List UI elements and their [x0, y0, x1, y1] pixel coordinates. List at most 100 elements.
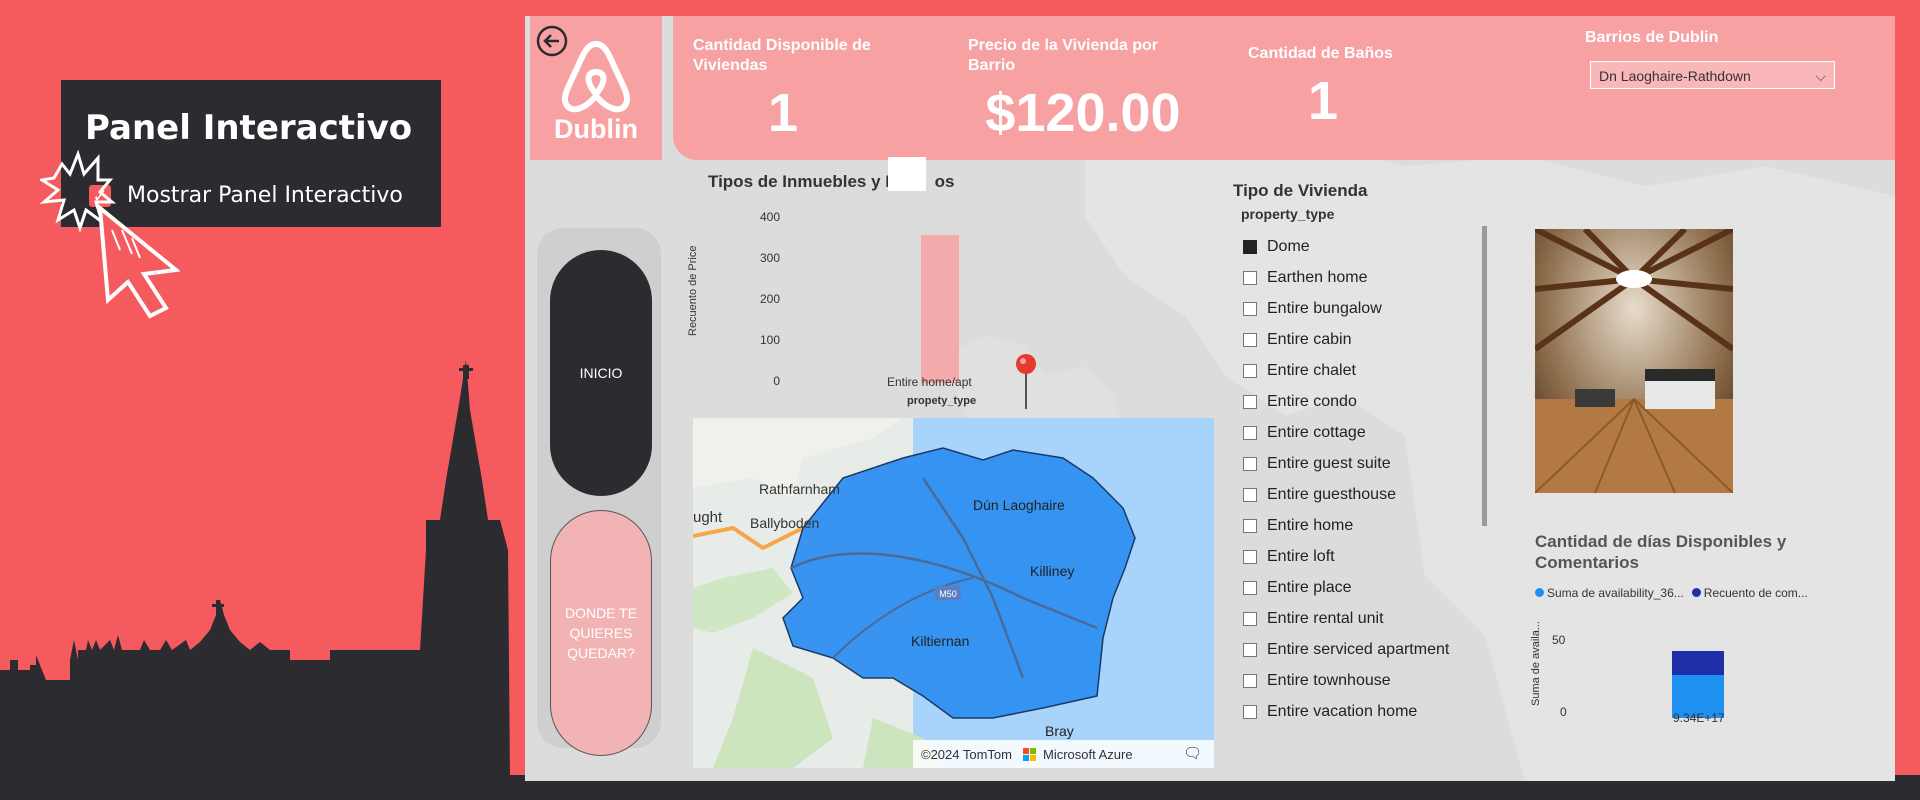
dublin-map[interactable]: M50 Rathfarnham ught Ballyboden Dún Laog… [693, 418, 1214, 768]
y-tick: 0 [773, 374, 780, 388]
slicer-item[interactable]: Entire guesthouse [1243, 479, 1503, 510]
mini-bar-comentarios[interactable] [1672, 651, 1724, 676]
slicer-item-label: Entire place [1267, 578, 1352, 596]
donde-button[interactable]: DONDE TE QUIERES QUEDAR? [550, 510, 652, 756]
y-tick: 400 [759, 210, 780, 224]
slicer-item-label: Entire condo [1267, 392, 1357, 410]
logo-text: Dublin [554, 114, 638, 144]
mini-chart-title: Cantidad de días Disponibles y Comentari… [1535, 532, 1787, 572]
map-label-bray: Bray [1045, 723, 1074, 739]
map-label-killiney: Killiney [1030, 563, 1074, 579]
barrio-dropdown[interactable]: Dn Laoghaire-Rathdown ⌵ [1590, 61, 1835, 89]
slicer-checkbox[interactable] [1243, 704, 1257, 719]
slicer-item[interactable]: Entire loft [1243, 541, 1503, 572]
mini-y-tick: 50 [1552, 633, 1566, 647]
map-provider-text: Microsoft Azure [1043, 747, 1133, 762]
bar-x-axis-label: propety_type [907, 395, 977, 407]
mini-x-label: 9.34E+17 [1673, 711, 1725, 725]
slicer-checkbox[interactable] [1243, 673, 1257, 688]
map-attribution: ©2024 TomTom Microsoft Azure 🗨 [913, 740, 1214, 768]
slicer-checkbox[interactable] [1243, 239, 1257, 254]
map-label-rathfarnham: Rathfarnham [759, 481, 840, 497]
slicer-item[interactable]: Entire chalet [1243, 355, 1503, 386]
slicer-item[interactable]: Entire condo [1243, 386, 1503, 417]
bar-entire-home-apt[interactable] [921, 235, 959, 383]
kpi-precio-title: Precio de la Vivienda por Barrio [968, 37, 1158, 74]
back-arrow-icon[interactable] [535, 24, 569, 58]
legend-item-comentarios: Recuento de com... [1691, 586, 1808, 600]
kpi-banos-value: 1 [1307, 71, 1339, 131]
slicer-checkbox[interactable] [1243, 549, 1257, 564]
slicer-checkbox[interactable] [1243, 456, 1257, 471]
slicer-item[interactable]: Entire place [1243, 572, 1503, 603]
slicer-checkbox[interactable] [1243, 580, 1257, 595]
slicer-checkbox[interactable] [1243, 394, 1257, 409]
dublin-skyline-silhouette [0, 360, 510, 780]
slicer-item-label: Entire home [1267, 516, 1354, 534]
map-label-kiltiernan: Kiltiernan [911, 633, 969, 649]
slicer-checkbox[interactable] [1243, 301, 1257, 316]
y-tick: 100 [759, 333, 780, 347]
slicer-item-label: Entire guesthouse [1267, 485, 1396, 503]
slicer-item-label: Earthen home [1267, 268, 1368, 286]
bar-y-axis-label: Recuento de Price [687, 245, 699, 337]
slicer-field: property_type [1241, 206, 1335, 222]
map-pin-icon [1016, 354, 1036, 409]
slicer-scrollbar[interactable] [1482, 226, 1487, 526]
mini-chart-legend: Suma de availability_36... Recuento de c… [1535, 586, 1808, 600]
map-label-dun-laoghaire: Dún Laoghaire [973, 497, 1065, 513]
slicer-item-label: Entire chalet [1267, 361, 1356, 379]
map-attribution-text: ©2024 TomTom [921, 747, 1012, 762]
slicer-item-label: Entire serviced apartment [1267, 640, 1450, 658]
kpi-viviendas-value: 1 [767, 83, 799, 143]
slicer-item-label: Dome [1267, 237, 1310, 255]
slicer-checkbox[interactable] [1243, 518, 1257, 533]
slicer-checkbox[interactable] [1243, 487, 1257, 502]
slicer-item[interactable]: Entire townhouse [1243, 665, 1503, 696]
inicio-button[interactable]: INICIO [550, 250, 652, 496]
kpi-precio-value: $120.00 [985, 83, 1181, 143]
slicer-checkbox[interactable] [1243, 270, 1257, 285]
slicer-item[interactable]: Earthen home [1243, 262, 1503, 293]
kpi-banos-title: Cantidad de Baños [1248, 45, 1393, 62]
dashboard: Dublin Cantidad Disponible de Viviendas … [525, 16, 1895, 781]
mini-y-axis-label: Suma de availa... [1530, 621, 1542, 706]
y-tick: 200 [759, 292, 780, 306]
kpi-viviendas-title: Cantidad Disponible de Viviendas [693, 37, 871, 74]
slicer-checkbox[interactable] [1243, 332, 1257, 347]
slicer-item-label: Entire cottage [1267, 423, 1366, 441]
slicer-checkbox[interactable] [1243, 642, 1257, 657]
slicer-title: Tipo de Vivienda [1233, 181, 1368, 200]
barrio-filter-label: Barrios de Dublin [1585, 29, 1719, 46]
slicer-item-label: Entire loft [1267, 547, 1335, 565]
feedback-icon[interactable]: 🗨 [1183, 744, 1202, 762]
chevron-down-icon: ⌵ [1815, 68, 1826, 84]
slicer-item[interactable]: Entire bungalow [1243, 293, 1503, 324]
property-photo [1535, 229, 1733, 493]
slicer-item-label: Entire bungalow [1267, 299, 1382, 317]
legend-item-availability: Suma de availability_36... [1535, 586, 1684, 600]
slicer-item-label: Entire guest suite [1267, 454, 1391, 472]
slicer-item-label: Entire townhouse [1267, 671, 1391, 689]
kpi-band: Cantidad Disponible de Viviendas 1 Preci… [673, 16, 1895, 160]
map-label-ballyboden: Ballyboden [750, 515, 819, 531]
slicer-item[interactable]: Entire home [1243, 510, 1503, 541]
map-graphic: M50 Rathfarnham ught Ballyboden Dún Laog… [693, 418, 1214, 768]
slicer-list: Dome Earthen home Entire bungalow Entire ca… [1243, 231, 1503, 749]
slicer-checkbox[interactable] [1243, 425, 1257, 440]
slicer-item-label: Entire cabin [1267, 330, 1352, 348]
slicer-item[interactable]: Entire vacation home [1243, 696, 1503, 727]
slicer-item[interactable]: Entire cabin [1243, 324, 1503, 355]
slicer-checkbox[interactable] [1243, 611, 1257, 626]
slicer-item[interactable]: Entire serviced apartment [1243, 634, 1503, 665]
slicer-item[interactable]: Entire rental unit [1243, 603, 1503, 634]
microsoft-logo-icon [1023, 748, 1037, 762]
slicer-checkbox[interactable] [1243, 363, 1257, 378]
slicer-item-label: Entire rental unit [1267, 609, 1384, 627]
barrio-dropdown-value: Dn Laoghaire-Rathdown [1599, 68, 1751, 84]
click-cursor-icon [40, 150, 180, 319]
map-label-edge: ught [693, 509, 723, 526]
slicer-item[interactable]: Entire cottage [1243, 417, 1503, 448]
slicer-item[interactable]: Dome [1243, 231, 1503, 262]
slicer-item[interactable]: Entire guest suite [1243, 448, 1503, 479]
